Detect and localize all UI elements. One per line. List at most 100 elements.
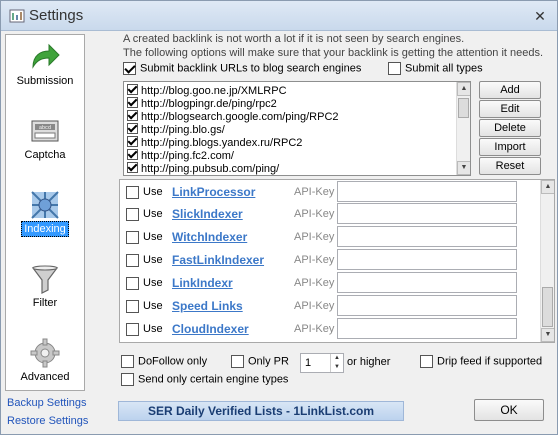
list-item[interactable]: http://blogsearch.google.com/ping/RPC2 [127, 110, 339, 123]
list-item[interactable]: http://ping.blo.gs/ [127, 123, 225, 136]
use-checkbox[interactable] [126, 186, 139, 199]
indexer-link[interactable]: WitchIndexer [172, 230, 247, 244]
api-key-input[interactable] [337, 272, 517, 293]
pr-value: 1 [305, 357, 312, 369]
indexer-link[interactable]: LinkProcessor [172, 185, 255, 199]
use-checkbox[interactable] [126, 208, 139, 221]
indexer-link[interactable]: CloudIndexer [172, 322, 249, 336]
use-checkbox[interactable] [126, 277, 139, 290]
only-pr-label: Only PR [248, 355, 289, 368]
checkbox[interactable] [127, 97, 138, 108]
indexer-panel-scrollbar[interactable]: ▲ ▼ [540, 180, 554, 342]
use-label: Use [143, 254, 163, 266]
sidebar-item-submission[interactable]: Submission [6, 37, 84, 111]
indexer-link[interactable]: SlickIndexer [172, 207, 243, 221]
dofollow-only-label: DoFollow only [138, 355, 208, 368]
checkbox[interactable] [127, 123, 138, 134]
indexer-row: Use LinkProcessor API-Key [120, 181, 540, 203]
list-item[interactable]: http://blogpingr.de/ping/rpc2 [127, 97, 277, 110]
submit-urls-checkbox[interactable]: Submit backlink URLs to blog search engi… [123, 62, 361, 75]
send-certain-types-checkbox[interactable]: Send only certain engine types [121, 373, 288, 386]
api-key-input[interactable] [337, 295, 517, 316]
checkbox[interactable] [121, 355, 134, 368]
ping-url: http://ping.blogs.yandex.ru/RPC2 [141, 137, 303, 149]
api-key-label: API-Key [294, 231, 335, 243]
indexer-link[interactable]: FastLinkIndexer [172, 253, 264, 267]
edit-button[interactable]: Edit [479, 100, 541, 118]
list-item[interactable]: http://ping.pubsub.com/ping/ [127, 162, 279, 175]
sidebar-item-captcha[interactable]: abcd Captcha [6, 111, 84, 185]
use-label: Use [143, 300, 163, 312]
funnel-icon [31, 265, 59, 294]
add-button[interactable]: Add [479, 81, 541, 99]
reset-button[interactable]: Reset [479, 157, 541, 175]
api-key-input[interactable] [337, 226, 517, 247]
ping-url: http://ping.fc2.com/ [141, 150, 234, 162]
api-key-input[interactable] [337, 318, 517, 339]
checkbox[interactable] [127, 84, 138, 95]
intro-text-2: The following options will make sure tha… [123, 47, 544, 59]
sidebar-item-label: Captcha [24, 149, 66, 161]
checkbox[interactable] [121, 373, 134, 386]
list-item[interactable]: http://ping.fc2.com/ [127, 149, 234, 162]
sidebar-item-label: Submission [16, 75, 74, 87]
list-item[interactable]: http://blog.goo.ne.jp/XMLRPC [127, 84, 287, 97]
promo-banner[interactable]: SER Daily Verified Lists - 1LinkList.com [118, 401, 404, 421]
scroll-up-icon[interactable]: ▲ [541, 180, 554, 194]
checkbox[interactable] [127, 136, 138, 147]
svg-text:abcd: abcd [39, 125, 51, 131]
checkbox[interactable] [127, 110, 138, 121]
backup-settings-link[interactable]: Backup Settings [7, 397, 87, 409]
only-pr-checkbox[interactable]: Only PR [231, 355, 289, 368]
submit-all-types-checkbox[interactable]: Submit all types [388, 62, 483, 75]
api-key-input[interactable] [337, 249, 517, 270]
indexer-row: Use SlickIndexer API-Key [120, 203, 540, 225]
checkbox[interactable] [127, 162, 138, 173]
use-checkbox[interactable] [126, 323, 139, 336]
ping-url: http://ping.blo.gs/ [141, 124, 225, 136]
checkbox[interactable] [123, 62, 136, 75]
use-checkbox[interactable] [126, 254, 139, 267]
scroll-down-icon[interactable]: ▼ [457, 161, 470, 175]
sidebar-item-filter[interactable]: Filter [6, 259, 84, 333]
restore-settings-link[interactable]: Restore Settings [7, 415, 88, 427]
use-label: Use [143, 323, 163, 335]
api-key-input[interactable] [337, 203, 517, 224]
scroll-up-icon[interactable]: ▲ [457, 82, 470, 96]
stepper-arrows-icon[interactable]: ▲ ▼ [330, 354, 343, 372]
sidebar-item-label: Advanced [20, 371, 70, 383]
ping-url-list[interactable]: http://blog.goo.ne.jp/XMLRPC http://blog… [123, 81, 471, 176]
sidebar-item-indexing[interactable]: Indexing [6, 185, 84, 259]
indexer-link[interactable]: LinkIndexr [172, 276, 233, 290]
or-higher-label: or higher [347, 356, 391, 368]
checkbox[interactable] [388, 62, 401, 75]
scroll-down-icon[interactable]: ▼ [541, 328, 554, 342]
api-key-input[interactable] [337, 181, 517, 202]
submit-all-types-label: Submit all types [405, 62, 483, 75]
checkbox[interactable] [127, 149, 138, 160]
use-checkbox[interactable] [126, 231, 139, 244]
ping-url: http://blogsearch.google.com/ping/RPC2 [141, 111, 339, 123]
url-list-scrollbar[interactable]: ▲ ▼ [456, 82, 470, 175]
api-key-label: API-Key [294, 277, 335, 289]
pr-value-stepper[interactable]: 1 ▲ ▼ [300, 353, 344, 373]
ok-button[interactable]: OK [474, 399, 544, 421]
close-icon[interactable]: ✕ [529, 7, 551, 25]
checkbox[interactable] [231, 355, 244, 368]
delete-button[interactable]: Delete [479, 119, 541, 137]
scrollbar-thumb[interactable] [542, 287, 553, 327]
sidebar-item-advanced[interactable]: Advanced [6, 333, 84, 407]
use-label: Use [143, 231, 163, 243]
submit-urls-label: Submit backlink URLs to blog search engi… [140, 62, 362, 75]
import-button[interactable]: Import [479, 138, 541, 156]
indexer-row: Use CloudIndexer API-Key [120, 318, 540, 340]
drip-feed-checkbox[interactable]: Drip feed if supported [420, 355, 542, 368]
ping-url: http://ping.pubsub.com/ping/ [141, 163, 280, 175]
dofollow-only-checkbox[interactable]: DoFollow only [121, 355, 207, 368]
use-checkbox[interactable] [126, 300, 139, 313]
captcha-icon: abcd [31, 120, 59, 142]
list-item[interactable]: http://ping.blogs.yandex.ru/RPC2 [127, 136, 302, 149]
scrollbar-thumb[interactable] [458, 98, 469, 118]
checkbox[interactable] [420, 355, 433, 368]
indexer-link[interactable]: Speed Links [172, 299, 243, 313]
